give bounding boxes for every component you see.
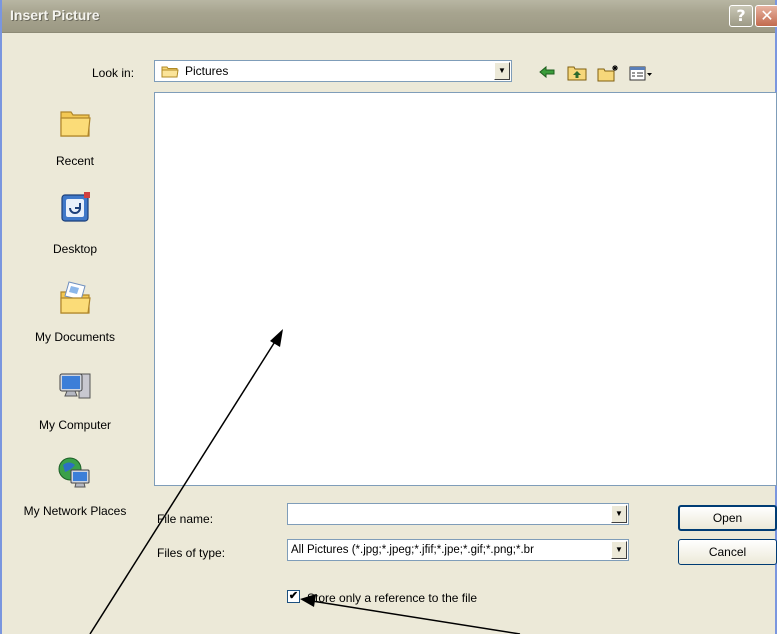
my-documents-icon — [57, 280, 93, 316]
file-name-input[interactable]: ▼ — [287, 503, 629, 525]
place-network[interactable]: My Network Places — [10, 456, 140, 544]
close-button[interactable]: ✕ — [755, 5, 777, 27]
look-in-dropdown[interactable]: Pictures ▼ — [154, 60, 512, 82]
files-of-type-value: All Pictures (*.jpg;*.jpeg;*.jfif;*.jpe;… — [291, 544, 534, 556]
chevron-down-icon[interactable]: ▼ — [611, 505, 627, 523]
look-in-label: Look in: — [92, 66, 135, 80]
recent-folder-icon — [57, 104, 93, 140]
file-name-label: File name: — [157, 512, 214, 526]
back-arrow-icon[interactable] — [538, 64, 556, 82]
place-label: Desktop — [52, 242, 98, 256]
place-recent[interactable]: Recent — [10, 104, 140, 192]
dialog-title: Insert Picture — [10, 7, 100, 23]
views-menu-icon[interactable] — [628, 64, 654, 82]
folder-icon — [161, 65, 179, 81]
file-list-view[interactable] — [154, 92, 777, 486]
network-places-icon — [57, 456, 93, 492]
cancel-button[interactable]: Cancel — [678, 539, 777, 565]
chevron-down-icon[interactable]: ▼ — [494, 62, 510, 80]
reference-checkbox-label[interactable]: Store only a reference to the file — [307, 591, 477, 605]
place-label: My Documents — [34, 330, 116, 344]
place-label: My Computer — [38, 418, 112, 432]
files-of-type-label: Files of type: — [157, 546, 226, 560]
look-in-value: Pictures — [185, 64, 229, 78]
place-my-documents[interactable]: My Documents — [10, 280, 140, 368]
desktop-icon — [57, 192, 93, 228]
my-computer-icon — [57, 368, 93, 404]
place-my-computer[interactable]: My Computer — [10, 368, 140, 456]
place-label: My Network Places — [23, 504, 127, 518]
place-label: Recent — [55, 154, 95, 168]
insert-picture-dialog: Insert Picture ? ✕ Look in: Pictures ▼ R… — [0, 0, 777, 634]
open-button[interactable]: Open — [678, 505, 777, 531]
help-button[interactable]: ? — [729, 5, 753, 27]
files-of-type-dropdown[interactable]: All Pictures (*.jpg;*.jpeg;*.jfif;*.jpe;… — [287, 539, 629, 561]
reference-checkbox[interactable]: ✔ — [287, 590, 300, 603]
title-bar[interactable]: Insert Picture ? ✕ — [2, 0, 777, 33]
chevron-down-icon[interactable]: ▼ — [611, 541, 627, 559]
place-desktop[interactable]: Desktop — [10, 192, 140, 280]
up-one-level-icon[interactable] — [566, 64, 588, 82]
new-folder-icon[interactable] — [596, 64, 620, 82]
